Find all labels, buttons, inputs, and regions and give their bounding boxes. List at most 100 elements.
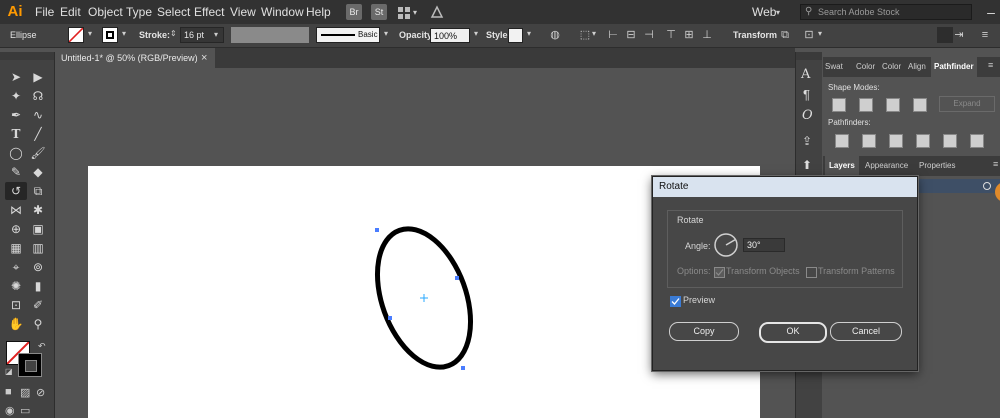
opentype-panel-icon[interactable]: O [802, 108, 813, 123]
menu-type[interactable]: Type [126, 0, 152, 24]
tab-layers[interactable]: Layers [825, 156, 859, 176]
none-mode-icon[interactable]: ⊘ [36, 386, 45, 399]
export-panel-icon[interactable]: ⇪ [802, 134, 812, 148]
hamburger-menu-icon[interactable]: ≡ [978, 28, 992, 42]
live-paint-tool-icon[interactable]: ▣ [28, 220, 48, 238]
gradient-tool-icon[interactable]: ▥ [28, 239, 48, 257]
anchor-point[interactable] [375, 228, 379, 232]
recolor-artwork-icon[interactable]: ◍ [548, 28, 562, 42]
shape-builder-tool-icon[interactable]: ⊕ [6, 220, 26, 238]
tab-properties[interactable]: Properties [919, 156, 955, 176]
tab-pathfinder[interactable]: Pathfinder [931, 57, 977, 77]
stock-search-box[interactable]: ⚲ Search Adobe Stock [800, 4, 972, 20]
slice-tool-icon[interactable]: ✐ [28, 296, 48, 314]
menu-help[interactable]: Help [306, 0, 331, 24]
eraser-tool-icon[interactable]: ◆ [28, 163, 48, 181]
arrange-documents-icon[interactable] [398, 6, 410, 19]
chevron-down-icon[interactable]: ▾ [384, 29, 388, 38]
align-top-icon[interactable]: ⊤ [664, 28, 678, 42]
scale-tool-icon[interactable]: ⧉ [28, 182, 48, 200]
direct-selection-tool-icon[interactable]: ▶ [28, 68, 48, 86]
transform-each-icon[interactable]: ⊡ [802, 28, 816, 42]
stroke-stepper-icon[interactable]: ⇕ [170, 29, 177, 38]
chevron-down-icon[interactable]: ▾ [818, 29, 822, 38]
align-to-icon[interactable]: ⬚ [578, 28, 592, 42]
chevron-down-icon[interactable]: ▾ [592, 29, 596, 38]
anchor-point[interactable] [461, 366, 465, 370]
type-tool-icon[interactable]: T [6, 125, 26, 143]
anchor-point[interactable] [388, 316, 392, 320]
minus-front-button[interactable] [859, 98, 873, 112]
trim-button[interactable] [862, 134, 876, 148]
column-graph-tool-icon[interactable]: ▮ [28, 277, 48, 295]
bridge-button[interactable]: Br [346, 4, 362, 20]
transform-button[interactable]: Transform [733, 24, 777, 47]
merge-button[interactable] [889, 134, 903, 148]
perspective-grid-tool-icon[interactable]: ▦ [6, 239, 26, 257]
divide-button[interactable] [835, 134, 849, 148]
expand-button[interactable]: Expand [939, 96, 995, 112]
stroke-swatch[interactable] [102, 27, 118, 43]
artboard-tool-icon[interactable]: ⊡ [6, 296, 26, 314]
eyedropper-tool-icon[interactable]: ⌖ [6, 258, 26, 276]
chevron-down-icon[interactable]: ▾ [122, 29, 126, 38]
swap-fill-stroke-icon[interactable]: ↶ [38, 341, 46, 352]
anchor-point[interactable] [455, 276, 459, 280]
minus-back-button[interactable] [970, 134, 984, 148]
cancel-button[interactable]: Cancel [830, 322, 902, 341]
exclude-button[interactable] [913, 98, 927, 112]
rotated-ellipse-shape[interactable] [360, 220, 490, 380]
tab-swatches[interactable]: Swat [825, 57, 843, 77]
transform-patterns-checkbox[interactable] [806, 267, 817, 278]
preview-checkbox[interactable] [670, 296, 681, 307]
layer-target-icon[interactable] [983, 182, 991, 190]
width-tool-icon[interactable]: ⋈ [6, 201, 26, 219]
outline-button[interactable] [943, 134, 957, 148]
opacity-field[interactable]: 100% [430, 28, 470, 43]
tab-appearance[interactable]: Appearance [865, 156, 908, 176]
puppet-warp-tool-icon[interactable]: ✱ [28, 201, 48, 219]
isolate-group-icon[interactable]: ⧉ [778, 28, 792, 42]
menu-select[interactable]: Select [157, 0, 190, 24]
chevron-down-icon[interactable]: ▾ [88, 29, 92, 38]
gpu-rocket-icon[interactable] [430, 5, 444, 19]
align-left-icon[interactable]: ⊢ [606, 28, 620, 42]
variable-width-profile[interactable] [231, 27, 309, 43]
menu-effect[interactable]: Effect [194, 0, 224, 24]
search-input[interactable]: Search Adobe Stock [818, 7, 900, 17]
panel-menu-icon[interactable]: ≡ [988, 60, 993, 70]
rotate-tool-icon[interactable]: ↺ [5, 182, 27, 200]
character-panel-icon[interactable]: A [801, 67, 810, 82]
crop-button[interactable] [916, 134, 930, 148]
fill-swatch-none[interactable] [68, 27, 84, 43]
tab-color[interactable]: Color [856, 57, 875, 77]
stroke-weight-field[interactable]: 16 pt ▾ [180, 27, 224, 43]
brush-definition[interactable]: Basic [316, 27, 380, 43]
align-middle-v-icon[interactable]: ⊞ [682, 28, 696, 42]
paintbrush-tool-icon[interactable]: 🖌 [28, 144, 48, 162]
magic-wand-tool-icon[interactable]: ✦ [6, 87, 26, 105]
symbol-sprayer-tool-icon[interactable]: ✺ [6, 277, 26, 295]
graphic-style-swatch[interactable] [508, 28, 523, 43]
pen-tool-icon[interactable]: ✒ [6, 106, 26, 124]
angle-input[interactable]: 30° [743, 238, 785, 252]
hand-tool-icon[interactable]: ✋ [6, 315, 26, 333]
menu-object[interactable]: Object [88, 0, 123, 24]
ok-button[interactable]: OK [759, 322, 827, 343]
zoom-tool-icon[interactable]: ⚲ [28, 315, 48, 333]
shaper-tool-icon[interactable]: ✎ [6, 163, 26, 181]
transform-objects-checkbox[interactable] [714, 267, 725, 278]
paragraph-panel-icon[interactable]: ¶ [803, 87, 810, 102]
unite-button[interactable] [832, 98, 846, 112]
chevron-down-icon[interactable]: ▾ [474, 29, 478, 38]
lasso-tool-icon[interactable]: ☊ [28, 87, 48, 105]
close-tab-icon[interactable]: × [201, 48, 207, 68]
align-right-icon[interactable]: ⊣ [642, 28, 656, 42]
stock-button[interactable]: St [371, 4, 387, 20]
chevron-down-icon[interactable]: ▾ [527, 29, 531, 38]
gradient-mode-icon[interactable]: ▨ [20, 386, 30, 399]
blend-tool-icon[interactable]: ⊚ [28, 258, 48, 276]
minimize-button[interactable]: – [982, 0, 1000, 24]
line-tool-icon[interactable]: ╱ [28, 125, 48, 143]
menu-window[interactable]: Window [261, 0, 304, 24]
